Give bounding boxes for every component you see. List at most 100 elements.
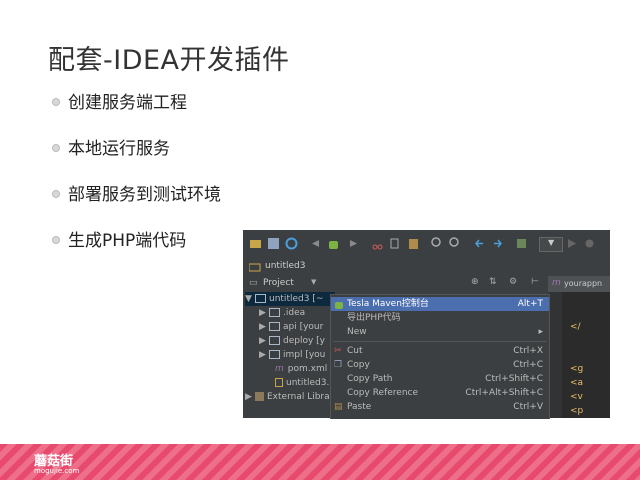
replace-icon[interactable] [449,237,462,250]
tree-item[interactable]: ▶ deploy [y [259,334,325,348]
module-folder-icon [269,350,280,359]
chevron-down-icon[interactable]: ▼ [245,292,255,306]
forward-icon[interactable] [347,237,360,250]
iml-file-icon [275,378,283,387]
nav-forward-icon[interactable] [491,237,504,250]
context-menu: Tesla Maven控制台 Alt+T 导出PHP代码 New ▸ ✂ Cut Ct… [330,294,550,419]
tree-item[interactable]: ▶ api [your [259,320,323,334]
module-folder-icon [269,336,280,345]
menu-item-shortcut: Ctrl+Alt+Shift+C [465,388,543,398]
paste-icon[interactable] [407,237,420,250]
bullet-item: 创建服务端工程 [52,90,221,136]
folder-icon [249,263,261,272]
bullet-item: 部署服务到测试环境 [52,182,221,228]
menu-item-tesla-maven[interactable]: Tesla Maven控制台 Alt+T [331,297,549,311]
editor-gutter [548,292,562,418]
menu-item-label: Copy [347,360,370,370]
bullet-text: 创建服务端工程 [68,93,187,113]
bullet-icon [52,236,60,244]
chevron-right-icon[interactable]: ▶ [245,390,255,404]
tree-item[interactable]: untitled3. [275,376,329,390]
chevron-down-icon[interactable]: ▼ [311,278,316,286]
tree-item-root[interactable]: ▼ untitled3 [~ [245,292,335,306]
brand-logo: 蘑菇街 mogujie.com [34,450,79,475]
run-config-dropdown[interactable]: ▼ [539,237,563,252]
menu-item-label: 导出PHP代码 [347,313,401,323]
menu-item-label: New [347,327,367,337]
menu-item-copy[interactable]: ❐ Copy Ctrl+C [331,358,549,372]
save-icon[interactable] [267,237,280,250]
menu-item-copy-reference[interactable]: Copy Reference Ctrl+Alt+Shift+C [331,386,549,400]
build-icon[interactable] [515,237,528,250]
android-icon[interactable] [327,237,340,250]
menu-item-shortcut: Alt+T [517,299,543,309]
editor-tab-label[interactable]: yourappn [564,279,602,288]
scope-icon[interactable]: ⊕ [471,277,479,287]
chevron-right-icon[interactable]: ▶ [259,348,269,362]
nav-back-icon[interactable] [473,237,486,250]
breadcrumb: untitled3 [243,258,610,277]
paste-icon: ▤ [334,402,343,412]
menu-item-cut[interactable]: ✂ Cut Ctrl+X [331,344,549,358]
ide-toolbar: ▼ [243,230,610,259]
maven-file-icon: m [552,278,561,288]
chevron-down-icon: ▼ [548,238,555,247]
menu-item-shortcut: Ctrl+C [513,360,543,370]
collapse-icon[interactable]: ⇅ [489,277,497,287]
find-icon[interactable] [431,237,444,250]
library-icon [255,392,264,401]
tree-item-label: pom.xml [287,364,328,374]
project-icon: ▭ [249,278,258,288]
project-panel-header: ▭ Project ▼ ⊕ ⇅ ⚙ ⊢ [243,276,548,293]
hide-panel-icon[interactable]: ⊢ [531,277,539,287]
menu-item-new[interactable]: New ▸ [331,325,549,339]
module-folder-icon [255,294,266,303]
gear-icon[interactable]: ⚙ [509,277,517,287]
tree-item[interactable]: m pom.xml [275,362,327,376]
run-icon[interactable] [565,237,578,250]
menu-item-paste[interactable]: ▤ Paste Ctrl+V [331,400,549,414]
tree-item-label: api [your [283,322,324,332]
menu-item-label: Tesla Maven控制台 [347,299,429,309]
copy-icon[interactable] [389,237,402,250]
tree-item-label: .idea [283,308,306,318]
cut-icon: ✂ [334,346,342,356]
code-editor[interactable]: </ <g <a <v <p [548,292,610,418]
chevron-right-icon[interactable]: ▶ [259,306,269,320]
tree-item[interactable]: ▶ External Libra [245,390,330,404]
bullet-text: 生成PHP端代码 [68,231,187,251]
menu-item-copy-path[interactable]: Copy Path Ctrl+Shift+C [331,372,549,386]
bullet-text: 部署服务到测试环境 [68,185,221,205]
tree-item-label: untitled3 [~ [269,294,324,304]
menu-item-label: Paste [347,402,372,412]
menu-item-label: Copy Path [347,374,393,384]
bullet-text: 本地运行服务 [68,139,170,159]
bullet-item: 生成PHP端代码 [52,228,221,274]
tree-item-label: impl [you [283,350,326,360]
chevron-right-icon[interactable]: ▶ [259,320,269,334]
tree-item[interactable]: ▶ impl [you [259,348,325,362]
chevron-right-icon[interactable]: ▶ [259,334,269,348]
sync-icon[interactable] [285,237,298,250]
copy-icon: ❐ [334,360,343,370]
module-folder-icon [269,322,280,331]
footer-band: 蘑菇街 mogujie.com [0,444,640,480]
back-icon[interactable] [309,237,322,250]
chevron-right-icon: ▸ [538,327,543,337]
open-folder-icon[interactable] [249,237,262,250]
menu-item-export-php[interactable]: 导出PHP代码 [331,311,549,325]
editor-tab[interactable]: m yourappn [548,276,610,292]
breadcrumb-label[interactable]: untitled3 [265,261,305,271]
menu-item-label: Cut [347,346,363,356]
debug-icon[interactable] [583,237,596,250]
bullet-icon [52,190,60,198]
brand-domain: mogujie.com [34,467,80,475]
cut-icon[interactable] [371,237,384,250]
menu-item-label: Copy Reference [347,388,419,398]
bullet-icon [52,98,60,106]
project-view-selector[interactable]: Project [263,278,294,288]
code-line: <g [570,364,584,374]
tree-item[interactable]: ▶ .idea [259,306,305,320]
maven-file-icon: m [275,364,284,374]
menu-item-shortcut: Ctrl+Shift+C [485,374,543,384]
